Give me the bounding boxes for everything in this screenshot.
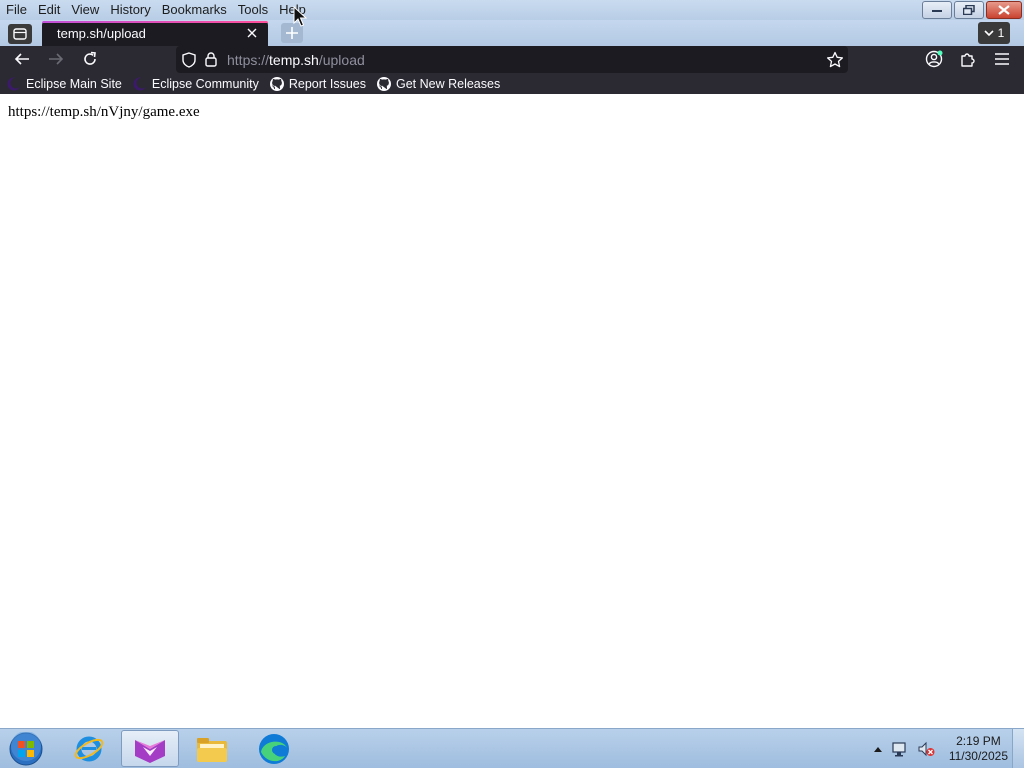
menu-file[interactable]: File	[0, 0, 33, 20]
bookmark-label: Eclipse Main Site	[26, 76, 122, 91]
tracking-protection-shield-icon[interactable]	[182, 52, 196, 68]
tab-title: temp.sh/upload	[57, 26, 146, 41]
bookmark-eclipse-main-site[interactable]: Eclipse Main Site	[6, 76, 122, 92]
page-content: https://temp.sh/nVjny/game.exe	[0, 94, 1024, 728]
hamburger-menu-icon	[995, 53, 1009, 65]
app-menu-button[interactable]	[990, 48, 1014, 70]
tab-accent-line	[42, 21, 268, 23]
tab-close-button[interactable]	[244, 25, 260, 41]
url-host: temp.sh	[269, 52, 319, 68]
account-icon	[925, 50, 943, 68]
active-tab[interactable]: temp.sh/upload	[42, 21, 268, 46]
bookmark-eclipse-community[interactable]: Eclipse Community	[132, 76, 259, 92]
mouse-pointer-icon	[293, 6, 307, 27]
bookmark-label: Report Issues	[288, 76, 366, 91]
puzzle-piece-icon	[961, 52, 975, 67]
eclipse-icon	[133, 77, 148, 90]
internet-explorer-icon	[74, 736, 104, 761]
network-icon[interactable]	[891, 741, 909, 757]
eclipse-icon	[7, 77, 22, 90]
taskbar-file-explorer[interactable]	[183, 730, 241, 767]
system-clock[interactable]: 2:19 PM 11/30/2025	[949, 734, 1008, 764]
start-button[interactable]	[6, 731, 46, 767]
taskbar-browser-active[interactable]	[121, 730, 179, 767]
firefox-view-icon	[13, 28, 27, 40]
window-controls	[922, 1, 1022, 19]
bookmarks-toolbar: Eclipse Main Site Eclipse Community Repo…	[0, 73, 1024, 94]
menu-bookmarks[interactable]: Bookmarks	[157, 0, 233, 20]
menu-edit[interactable]: Edit	[33, 0, 66, 20]
account-button[interactable]	[922, 48, 946, 70]
close-icon	[247, 28, 257, 38]
extensions-button[interactable]	[956, 48, 980, 70]
system-tray: 2:19 PM 11/30/2025	[873, 729, 1008, 768]
list-all-tabs-button[interactable]: 1	[978, 22, 1010, 44]
url-text: https://temp.sh/upload	[227, 52, 365, 68]
restore-button[interactable]	[954, 1, 984, 19]
url-path: /upload	[318, 52, 365, 68]
tab-count: 1	[997, 26, 1005, 40]
menu-view[interactable]: View	[66, 0, 105, 20]
reload-button[interactable]	[78, 48, 102, 70]
upload-result-url: https://temp.sh/nVjny/game.exe	[8, 104, 200, 120]
arrow-left-icon	[14, 53, 29, 65]
menu-tools[interactable]: Tools	[233, 0, 274, 20]
bookmark-star-icon[interactable]	[826, 51, 844, 68]
forward-button[interactable]	[44, 48, 68, 70]
minimize-icon	[932, 10, 942, 12]
tab-strip: temp.sh/upload 1	[0, 20, 1024, 46]
url-bar[interactable]: https://temp.sh/upload	[176, 46, 848, 73]
windows-start-icon	[9, 732, 43, 766]
chevron-down-icon	[984, 29, 994, 36]
restore-icon	[963, 5, 975, 15]
bookmark-label: Get New Releases	[395, 76, 501, 91]
clock-date: 11/30/2025	[948, 749, 1008, 763]
show-desktop-button[interactable]	[1012, 729, 1024, 768]
navigation-toolbar: https://temp.sh/upload	[0, 46, 1024, 73]
arrow-right-icon	[49, 53, 64, 65]
close-icon	[998, 5, 1010, 15]
back-button[interactable]	[10, 48, 34, 70]
reload-icon	[84, 51, 96, 65]
bookmark-label: Eclipse Community	[151, 76, 259, 91]
minimize-button[interactable]	[922, 1, 952, 19]
github-icon	[269, 76, 284, 91]
clock-time: 2:19 PM	[956, 734, 1001, 748]
bookmark-report-issues[interactable]: Report Issues	[269, 76, 366, 92]
lock-icon[interactable]	[205, 52, 217, 67]
volume-muted-icon[interactable]	[917, 741, 935, 757]
url-scheme: https://	[227, 52, 270, 68]
menu-bar: File Edit View History Bookmarks Tools H…	[0, 0, 1024, 20]
taskbar-internet-explorer[interactable]	[60, 730, 118, 767]
taskbar: 2:19 PM 11/30/2025	[0, 728, 1024, 768]
show-hidden-icons-icon[interactable]	[873, 745, 883, 753]
menu-history[interactable]: History	[105, 0, 156, 20]
firefox-view-button[interactable]	[8, 24, 32, 44]
bookmark-get-new-releases[interactable]: Get New Releases	[376, 76, 500, 92]
file-explorer-icon	[197, 737, 227, 762]
edge-icon	[259, 733, 289, 764]
taskbar-edge[interactable]	[245, 730, 303, 767]
github-icon	[376, 76, 391, 91]
browser-icon	[135, 739, 165, 763]
plus-icon	[286, 27, 298, 39]
close-window-button[interactable]	[986, 1, 1022, 19]
